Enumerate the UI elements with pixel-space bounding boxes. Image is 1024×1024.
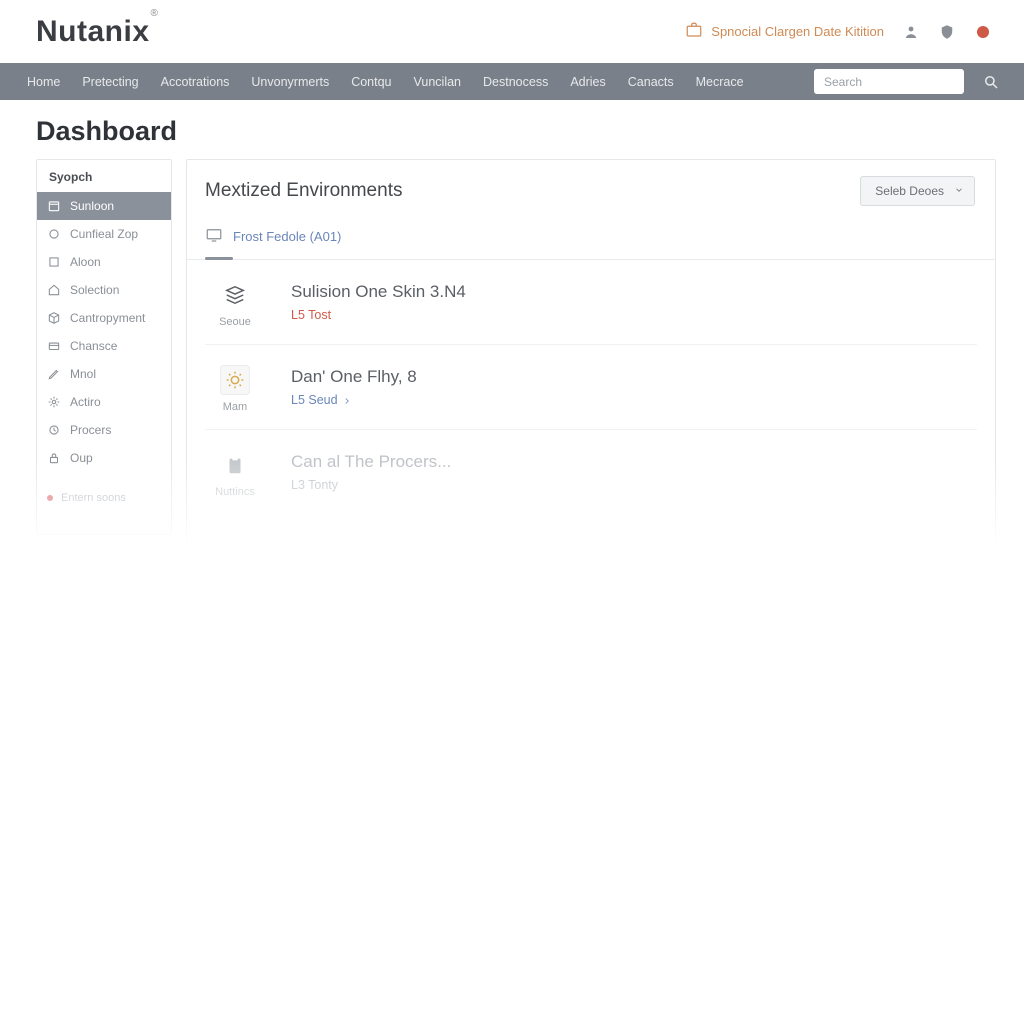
sidebar-heading: Syopch — [37, 160, 171, 192]
primary-nav: Home Pretecting Accotrations Unvonyrmert… — [0, 63, 1024, 100]
nav-pretecting[interactable]: Pretecting — [75, 71, 145, 93]
sidebar-item-sunloon[interactable]: Sunloon — [37, 192, 171, 220]
env-row[interactable]: Seoue Sulision One Skin 3.N4 L5 Tost — [205, 260, 977, 345]
sidebar-item-label: Cunfieal Zop — [70, 227, 138, 241]
sidebar-item-mnol[interactable]: Mnol — [37, 360, 171, 388]
sidebar-item-label: Sunloon — [70, 199, 114, 213]
nav-mecrace[interactable]: Mecrace — [689, 71, 751, 93]
sidebar-item-procers[interactable]: Procers — [37, 416, 171, 444]
clipboard-icon — [220, 450, 250, 480]
row-badge-label: Nuttincs — [215, 486, 255, 498]
row-status: L3 Tonty — [291, 478, 977, 492]
nav-destnocess[interactable]: Destnocess — [476, 71, 555, 93]
env-row[interactable]: Nuttincs Can al The Procers... L3 Tonty — [205, 430, 977, 514]
environments-panel: Mextized Environments Seleb Deoes Frost … — [186, 159, 996, 555]
home-icon — [47, 283, 61, 297]
nav-unvonyrmerts[interactable]: Unvonyrmerts — [244, 71, 336, 93]
shield-icon[interactable] — [938, 23, 956, 41]
nav-canacts[interactable]: Canacts — [621, 71, 681, 93]
sidebar-item-oup[interactable]: Oup — [37, 444, 171, 472]
lock-icon — [47, 451, 61, 465]
nav-adries[interactable]: Adries — [563, 71, 612, 93]
sun-icon — [220, 365, 250, 395]
sidebar-item-label: Solection — [70, 283, 119, 297]
search-icon[interactable] — [982, 73, 1000, 91]
nav-home[interactable]: Home — [20, 71, 67, 93]
sidebar: Syopch Sunloon Cunfieal Zop Aloon Solect… — [36, 159, 172, 535]
user-icon[interactable] — [902, 23, 920, 41]
alert-icon[interactable] — [974, 23, 992, 41]
nav-vuncilan[interactable]: Vuncilan — [407, 71, 469, 93]
status-dot-icon — [47, 495, 53, 501]
row-status-link[interactable]: L5 Seud — [291, 393, 977, 407]
pencil-icon — [47, 367, 61, 381]
env-row[interactable]: Mam Dan' One Flhy, 8 L5 Seud — [205, 345, 977, 430]
nav-contqu[interactable]: Contqu — [344, 71, 398, 93]
monitor-icon — [205, 226, 223, 247]
row-title: Can al The Procers... — [291, 452, 977, 472]
sidebar-item-label: Actiro — [70, 395, 101, 409]
notice-banner[interactable]: Spnocial Clargen Date Kitition — [685, 21, 884, 42]
sidebar-item-cantropyment[interactable]: Cantropyment — [37, 304, 171, 332]
sidebar-item-cunfieal[interactable]: Cunfieal Zop — [37, 220, 171, 248]
card-icon — [47, 339, 61, 353]
tab-indicator — [205, 257, 233, 260]
panel-title: Mextized Environments — [205, 180, 402, 202]
briefcase-icon — [685, 21, 703, 42]
sidebar-item-label: Oup — [70, 451, 93, 465]
chevron-right-icon — [342, 395, 352, 405]
sidebar-footer: Entern soons — [37, 482, 171, 504]
tab-label: Frost Fedole (A01) — [233, 229, 341, 244]
clock-icon — [47, 423, 61, 437]
sidebar-item-label: Procers — [70, 423, 111, 437]
calendar-icon — [47, 199, 61, 213]
sidebar-item-label: Chansce — [70, 339, 117, 353]
sidebar-item-aloon[interactable]: Aloon — [37, 248, 171, 276]
notice-text: Spnocial Clargen Date Kitition — [711, 24, 884, 39]
brand-logo: Nutanix® — [36, 15, 157, 49]
circle-icon — [47, 227, 61, 241]
tab-frost-fedole[interactable]: Frost Fedole (A01) — [205, 226, 347, 259]
dropdown-label: Seleb Deoes — [875, 184, 944, 198]
row-status: L5 Tost — [291, 308, 977, 322]
row-title: Dan' One Flhy, 8 — [291, 367, 977, 387]
sidebar-item-solection[interactable]: Solection — [37, 276, 171, 304]
sidebar-item-label: Aloon — [70, 255, 101, 269]
sidebar-item-label: Cantropyment — [70, 311, 145, 325]
sidebar-item-label: Mnol — [70, 367, 96, 381]
box-icon — [47, 255, 61, 269]
row-badge-label: Seoue — [219, 316, 251, 328]
search-input[interactable] — [814, 69, 964, 94]
stack-icon — [220, 280, 250, 310]
sidebar-item-chansce[interactable]: Chansce — [37, 332, 171, 360]
gear-icon — [47, 395, 61, 409]
cube-icon — [47, 311, 61, 325]
nav-accotrations[interactable]: Accotrations — [154, 71, 237, 93]
chevron-down-icon — [954, 184, 964, 198]
row-badge-label: Mam — [223, 401, 247, 413]
page-title: Dashboard — [36, 116, 1024, 147]
sidebar-footer-label: Entern soons — [61, 492, 126, 504]
sidebar-item-actiro[interactable]: Actiro — [37, 388, 171, 416]
scope-dropdown[interactable]: Seleb Deoes — [860, 176, 975, 206]
row-title: Sulision One Skin 3.N4 — [291, 282, 977, 302]
